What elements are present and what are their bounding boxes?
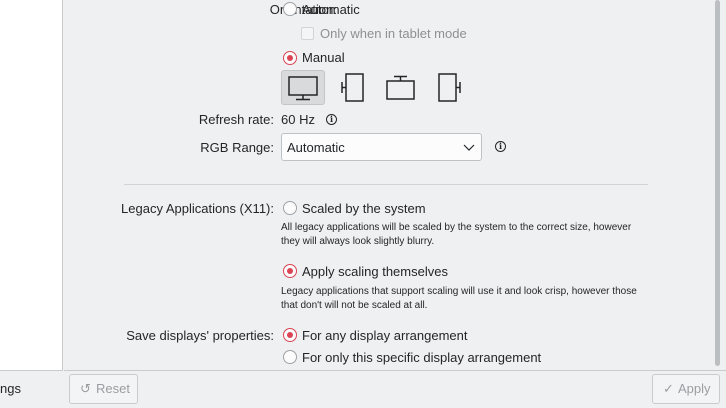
bottom-button-bar: ↺ Reset ✓ Apply (64, 370, 726, 408)
apply-button[interactable]: ✓ Apply (652, 374, 720, 404)
scaled-by-system-label[interactable]: Scaled by the system (302, 201, 426, 216)
refresh-rate-label: Refresh rate: (198, 112, 274, 127)
save-displays-label: Save displays' properties: (126, 328, 274, 343)
orientation-manual-label[interactable]: Manual (302, 50, 345, 65)
scaled-by-system-description: All legacy applications will be scaled b… (281, 222, 632, 247)
tablet-mode-checkbox[interactable] (301, 27, 314, 40)
any-arrangement-label[interactable]: For any display arrangement (302, 328, 467, 343)
any-arrangement-radio[interactable] (283, 328, 297, 342)
monitor-inverted-icon (386, 75, 415, 100)
orientation-left-button[interactable] (331, 70, 375, 105)
checkmark-icon: ✓ (663, 381, 674, 396)
rgb-range-select[interactable]: Automatic (281, 133, 482, 161)
sidebar-bottom-item[interactable]: ngs (0, 370, 63, 408)
apply-scaling-radio[interactable] (283, 264, 297, 278)
reset-button-label: Reset (96, 381, 130, 396)
specific-arrangement-label[interactable]: For only this specific display arrangeme… (302, 350, 541, 365)
orientation-automatic-label[interactable]: Automatic (302, 2, 360, 17)
orientation-manual-radio[interactable] (283, 51, 297, 65)
sidebar-bottom-label: ngs (0, 381, 21, 396)
rgb-range-info-icon[interactable]: i (495, 141, 506, 152)
refresh-rate-value: 60 Hz (281, 112, 315, 127)
tablet-mode-label: Only when in tablet mode (320, 26, 467, 41)
monitor-rotated-left-icon (341, 73, 364, 102)
orientation-normal-button[interactable] (281, 70, 325, 105)
rgb-range-label: RGB Range: (200, 140, 274, 155)
orientation-inverted-button[interactable] (379, 70, 423, 105)
apply-scaling-label[interactable]: Apply scaling themselves (302, 264, 448, 279)
section-separator (124, 184, 648, 185)
sidebar (0, 0, 63, 408)
specific-arrangement-radio[interactable] (283, 350, 297, 364)
chevron-down-icon (463, 144, 475, 151)
apply-button-label: Apply (678, 381, 711, 396)
scaled-by-system-radio[interactable] (283, 201, 297, 215)
orientation-automatic-radio[interactable] (283, 2, 297, 16)
settings-content: Orientation: Automatic Only when in tabl… (64, 0, 726, 370)
monitor-rotated-right-icon (438, 73, 461, 102)
rgb-range-selected-value: Automatic (287, 140, 345, 155)
reset-icon: ↺ (80, 381, 91, 396)
reset-button[interactable]: ↺ Reset (69, 374, 138, 404)
monitor-landscape-icon (288, 76, 318, 101)
orientation-right-button[interactable] (428, 70, 472, 105)
vertical-scrollbar[interactable] (711, 0, 726, 370)
refresh-rate-info-icon[interactable]: i (326, 114, 337, 125)
scrollbar-thumb[interactable] (715, 0, 720, 366)
legacy-apps-label: Legacy Applications (X11): (121, 201, 274, 216)
apply-scaling-description: Legacy applications that support scaling… (281, 286, 637, 311)
